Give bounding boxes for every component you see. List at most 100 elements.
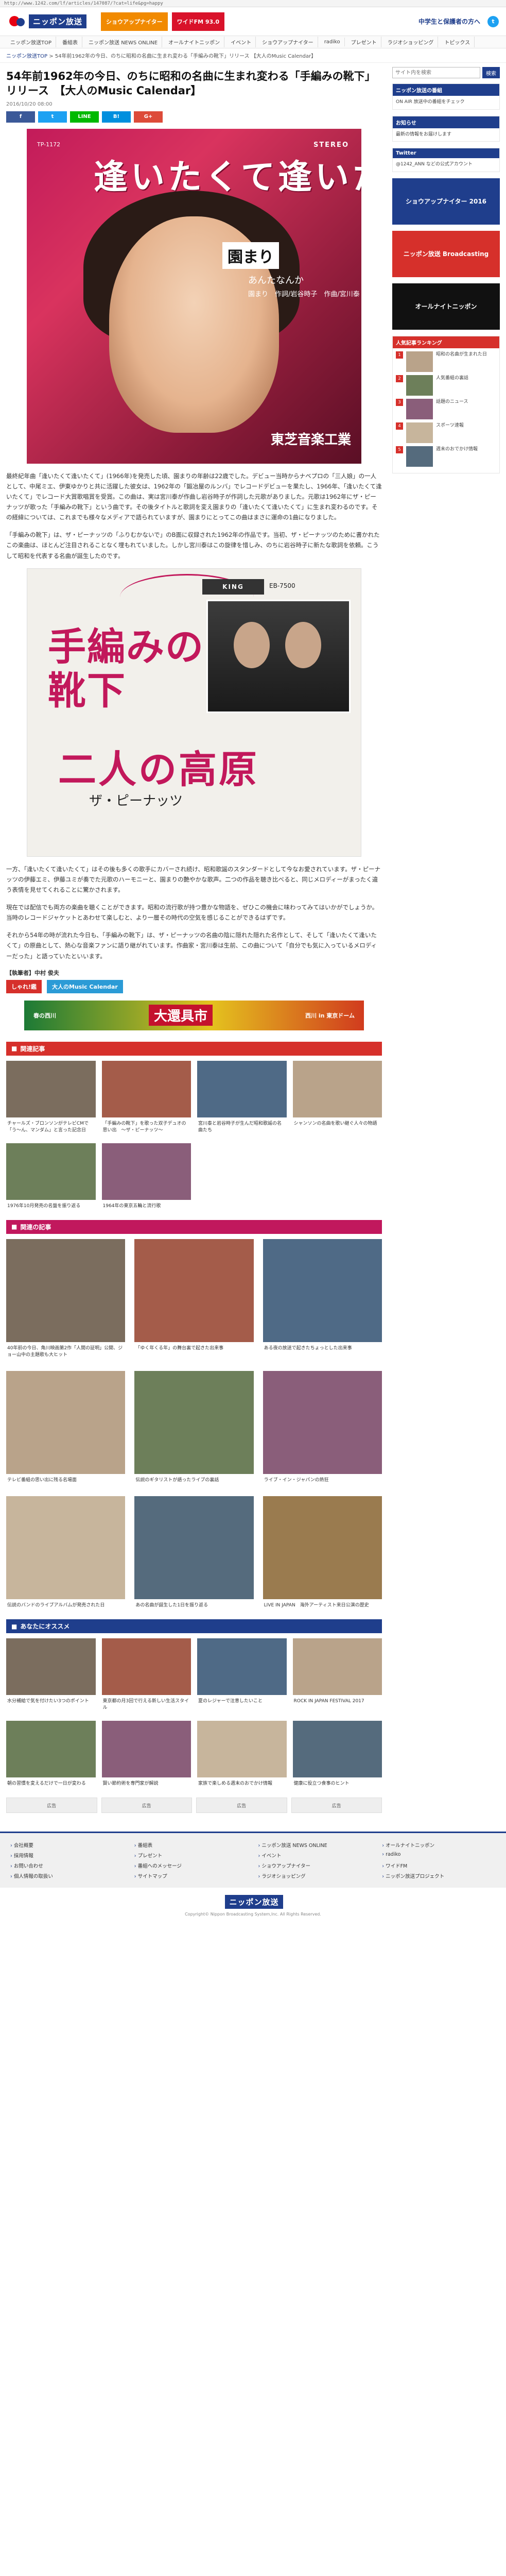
card-thumbnail[interactable] <box>197 1060 287 1117</box>
ranking-item[interactable]: 1 昭和の名曲が生まれた日 <box>396 351 496 372</box>
header-tagline[interactable]: 中学生と保護者の方へ <box>418 17 480 26</box>
footer-link[interactable]: 番組表 <box>134 1841 248 1849</box>
ranking-label[interactable]: 週末のおでかけ情報 <box>436 446 478 467</box>
footer-link[interactable]: 個人情報の取扱い <box>10 1872 124 1879</box>
footer-link[interactable]: radiko <box>382 1852 496 1859</box>
footer-link[interactable]: プレゼント <box>134 1852 248 1859</box>
sidebar-banner[interactable]: オールナイトニッポン <box>392 283 500 330</box>
card-thumbnail[interactable] <box>263 1496 382 1599</box>
sidebar-banner[interactable]: ショウアップナイター 2016 <box>392 178 500 225</box>
article-card[interactable]: 伝説のバンドのライブアルバムが発売された日 <box>6 1496 126 1613</box>
card-thumbnail[interactable] <box>263 1239 382 1342</box>
advertisement[interactable]: 広告 <box>101 1798 192 1814</box>
nav-item[interactable]: radiko <box>320 38 345 46</box>
sidebar-block-body[interactable]: @1242_ANN などの公式アカウント <box>393 158 499 172</box>
wide-advertisement[interactable]: 春の西川 大還具市 西川 in 東京ドーム <box>24 1000 364 1030</box>
card-thumbnail[interactable] <box>6 1370 126 1474</box>
card-caption[interactable]: テレビ番組の思い出に残る名場面 <box>6 1474 125 1487</box>
card-caption[interactable]: 伝説のギタリストが語ったライブの裏話 <box>134 1474 253 1487</box>
card-caption[interactable]: 水分補給で気を付けたい3つのポイント <box>6 1695 96 1708</box>
card-thumbnail[interactable] <box>134 1239 254 1342</box>
footer-link[interactable]: ワイドFM <box>382 1862 496 1869</box>
partner-logo[interactable]: 大人のMusic Calendar <box>47 979 123 993</box>
article-card[interactable]: LIVE IN JAPAN 海外アーティスト来日公演の歴史 <box>263 1496 382 1613</box>
footer-link[interactable]: ショウアップナイター <box>258 1862 372 1869</box>
card-thumbnail[interactable] <box>6 1496 126 1599</box>
footer-logo[interactable]: ニッポン放送 <box>225 1895 283 1909</box>
card-caption[interactable]: チャールズ・ブロンソンがテレビCMで「う～ん、マンダム」と言った記念日 <box>6 1117 96 1137</box>
advertisement[interactable]: 広告 <box>196 1798 287 1814</box>
header-banner[interactable]: ショウアップナイター <box>101 12 168 31</box>
nav-item[interactable]: イベント <box>226 37 256 47</box>
card-caption[interactable]: 健康に役立つ食事のヒント <box>293 1777 382 1790</box>
card-thumbnail[interactable] <box>197 1721 287 1778</box>
card-caption[interactable]: LIVE IN JAPAN 海外アーティスト来日公演の歴史 <box>263 1599 382 1612</box>
card-thumbnail[interactable] <box>101 1143 191 1200</box>
nav-item[interactable]: ショウアップナイター <box>258 37 318 47</box>
card-caption[interactable]: シャンソンの名曲を歌い継ぐ人々の物語 <box>293 1117 382 1130</box>
card-caption[interactable]: 東京都の月3回で行える新しい生活スタイル <box>102 1695 191 1715</box>
card-caption[interactable]: ある夜の放送で起きたちょっとした出来事 <box>263 1342 382 1355</box>
sidebar-banner[interactable]: ニッポン放送 Broadcasting <box>392 230 500 277</box>
article-card[interactable]: 「手編みの靴下」を歌った双子デュオの思い出 ～ザ・ピーナッツ～ <box>101 1060 191 1137</box>
ranking-thumbnail[interactable] <box>406 422 433 443</box>
card-thumbnail[interactable] <box>134 1370 254 1474</box>
article-card[interactable]: 賢い節約術を専門家が解説 <box>101 1721 191 1791</box>
card-caption[interactable]: 賢い節約術を専門家が解説 <box>102 1777 191 1790</box>
share-button[interactable]: LINE <box>70 111 99 123</box>
search-button[interactable]: 検索 <box>482 67 500 78</box>
advertisement[interactable]: 広告 <box>6 1798 97 1814</box>
nav-item[interactable]: オールナイトニッポン <box>164 37 225 47</box>
sidebar-block-body[interactable]: 最新の情報をお届けします <box>393 128 499 142</box>
ranking-label[interactable]: 人気番組の裏話 <box>436 375 468 396</box>
article-card[interactable]: 1976年10月発売の名盤を振り返る <box>6 1143 96 1213</box>
ranking-thumbnail[interactable] <box>406 446 433 467</box>
footer-link[interactable]: イベント <box>258 1852 372 1859</box>
card-caption[interactable]: 朝の習慣を変えるだけで一日が変わる <box>6 1777 96 1790</box>
footer-link[interactable]: 番組へのメッセージ <box>134 1862 248 1869</box>
header-banner[interactable]: ワイドFM 93.0 <box>171 12 225 31</box>
card-caption[interactable]: ライブ・イン・ジャパンの熱狂 <box>263 1474 382 1487</box>
address-bar[interactable]: http://www.1242.com/lf/articles/147087/?… <box>0 0 506 7</box>
card-thumbnail[interactable] <box>292 1638 382 1696</box>
article-card[interactable]: チャールズ・ブロンソンがテレビCMで「う～ん、マンダム」と言った記念日 <box>6 1060 96 1137</box>
card-thumbnail[interactable] <box>6 1721 96 1778</box>
ranking-label[interactable]: スポーツ速報 <box>436 422 464 443</box>
site-logo[interactable]: ニッポン放送 <box>29 14 87 28</box>
card-thumbnail[interactable] <box>6 1143 96 1200</box>
article-card[interactable]: 「ゆく年くる年」の舞台裏で起きた出来事 <box>134 1239 254 1362</box>
card-thumbnail[interactable] <box>6 1638 96 1696</box>
card-thumbnail[interactable] <box>6 1060 96 1117</box>
ranking-item[interactable]: 2 人気番組の裏話 <box>396 375 496 396</box>
advertisement[interactable]: 広告 <box>291 1798 382 1814</box>
footer-link[interactable]: サイトマップ <box>134 1872 248 1879</box>
footer-link[interactable]: 採用情報 <box>10 1852 124 1859</box>
nav-item[interactable]: ニッポン放送 NEWS ONLINE <box>84 37 163 47</box>
card-caption[interactable]: 夏のレジャーで注意したいこと <box>197 1695 287 1708</box>
card-thumbnail[interactable] <box>292 1721 382 1778</box>
article-card[interactable]: 家族で楽しめる週末のおでかけ情報 <box>197 1721 287 1791</box>
article-card[interactable]: 朝の習慣を変えるだけで一日が変わる <box>6 1721 96 1791</box>
ranking-label[interactable]: 昭和の名曲が生まれた日 <box>436 351 487 372</box>
article-card[interactable]: 宮川泰と岩谷時子が生んだ昭和歌謡の名曲たち <box>197 1060 287 1137</box>
share-button[interactable]: B! <box>102 111 131 123</box>
card-caption[interactable]: 「手編みの靴下」を歌った双子デュオの思い出 ～ザ・ピーナッツ～ <box>102 1117 191 1137</box>
footer-link[interactable]: オールナイトニッポン <box>382 1841 496 1849</box>
article-card[interactable]: 水分補給で気を付けたい3つのポイント <box>6 1638 96 1715</box>
nav-item[interactable]: トピックス <box>440 37 475 47</box>
card-caption[interactable]: 伝説のバンドのライブアルバムが発売された日 <box>6 1599 125 1612</box>
nav-item[interactable]: ニッポン放送TOP <box>6 37 57 47</box>
ranking-thumbnail[interactable] <box>406 398 433 419</box>
ranking-item[interactable]: 3 話題のニュース <box>396 398 496 419</box>
share-button[interactable]: f <box>6 111 35 123</box>
article-card[interactable]: ライブ・イン・ジャパンの熱狂 <box>263 1370 382 1487</box>
article-card[interactable]: 夏のレジャーで注意したいこと <box>197 1638 287 1715</box>
card-caption[interactable]: あの名曲が誕生した1日を振り返る <box>134 1599 253 1612</box>
footer-link[interactable]: ラジオショッピング <box>258 1872 372 1879</box>
card-caption[interactable]: 1964年の東京五輪と流行歌 <box>102 1200 191 1213</box>
card-caption[interactable]: 宮川泰と岩谷時子が生んだ昭和歌謡の名曲たち <box>197 1117 287 1137</box>
card-thumbnail[interactable] <box>263 1370 382 1474</box>
card-thumbnail[interactable] <box>101 1638 191 1696</box>
footer-link[interactable]: ニッポン放送プロジェクト <box>382 1872 496 1879</box>
article-card[interactable]: ある夜の放送で起きたちょっとした出来事 <box>263 1239 382 1362</box>
